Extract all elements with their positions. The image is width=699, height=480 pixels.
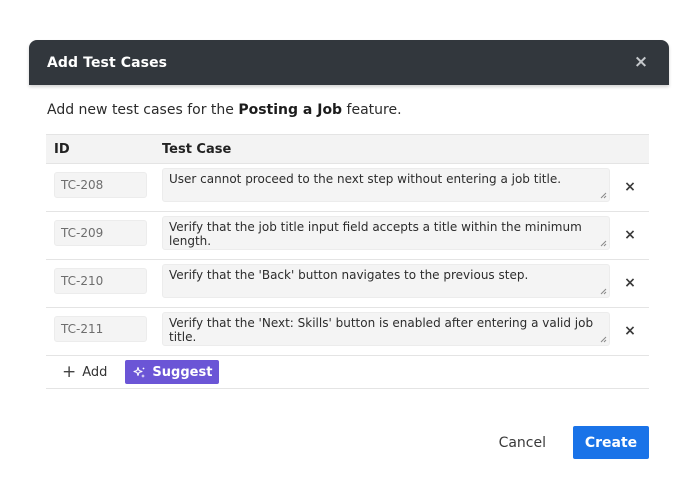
- column-header-id: ID: [54, 141, 70, 157]
- resize-handle-icon[interactable]: [599, 239, 607, 247]
- dialog-footer: Cancel Create: [491, 426, 649, 459]
- resize-handle-icon[interactable]: [599, 287, 607, 295]
- add-test-cases-dialog: Add Test Cases × Add new test cases for …: [29, 40, 669, 480]
- test-case-id-field[interactable]: TC-211: [54, 316, 147, 342]
- description-prefix: Add new test cases for the: [47, 102, 239, 118]
- close-icon[interactable]: ×: [631, 54, 651, 71]
- dialog-title: Add Test Cases: [47, 54, 168, 71]
- test-case-text-field[interactable]: User cannot proceed to the next step wit…: [162, 168, 610, 202]
- plus-icon: +: [62, 361, 77, 382]
- description-suffix: feature.: [342, 102, 402, 118]
- resize-handle-icon[interactable]: [599, 335, 607, 343]
- test-case-id-field[interactable]: TC-210: [54, 268, 147, 294]
- suggest-label: Suggest: [152, 364, 213, 380]
- column-header-test-case: Test Case: [162, 141, 232, 157]
- suggest-button[interactable]: Suggest: [125, 360, 220, 384]
- table-row: TC-209 Verify that the job title input f…: [46, 212, 649, 260]
- cancel-button[interactable]: Cancel: [491, 435, 554, 451]
- test-case-id-field[interactable]: TC-209: [54, 220, 147, 246]
- table-row: TC-210 Verify that the 'Back' button nav…: [46, 260, 649, 308]
- dialog-header: Add Test Cases ×: [29, 40, 669, 85]
- remove-row-icon[interactable]: ×: [623, 276, 637, 290]
- test-case-text: User cannot proceed to the next step wit…: [169, 172, 562, 186]
- add-row-button[interactable]: + Add: [54, 360, 115, 384]
- feature-name: Posting a Job: [238, 102, 343, 118]
- create-button[interactable]: Create: [573, 426, 649, 459]
- table-actions: + Add Suggest: [46, 356, 649, 389]
- test-case-text-field[interactable]: Verify that the job title input field ac…: [162, 216, 610, 250]
- test-case-text: Verify that the 'Next: Skills' button is…: [169, 316, 594, 344]
- dialog-description: Add new test cases for the Posting a Job…: [47, 102, 402, 118]
- test-case-text-field[interactable]: Verify that the 'Back' button navigates …: [162, 264, 610, 298]
- remove-row-icon[interactable]: ×: [623, 180, 637, 194]
- test-case-text: Verify that the job title input field ac…: [169, 220, 582, 248]
- test-case-text: Verify that the 'Back' button navigates …: [169, 268, 529, 282]
- remove-row-icon[interactable]: ×: [623, 324, 637, 338]
- test-case-text-field[interactable]: Verify that the 'Next: Skills' button is…: [162, 312, 610, 346]
- table-header: ID Test Case: [46, 134, 649, 164]
- sparkle-icon: [133, 366, 146, 378]
- table-row: TC-208 User cannot proceed to the next s…: [46, 164, 649, 212]
- table-row: TC-211 Verify that the 'Next: Skills' bu…: [46, 308, 649, 356]
- add-row-label: Add: [82, 364, 108, 380]
- remove-row-icon[interactable]: ×: [623, 228, 637, 242]
- test-case-id-field[interactable]: TC-208: [54, 172, 147, 198]
- test-cases-table: ID Test Case TC-208 User cannot proceed …: [46, 134, 649, 389]
- resize-handle-icon[interactable]: [599, 191, 607, 199]
